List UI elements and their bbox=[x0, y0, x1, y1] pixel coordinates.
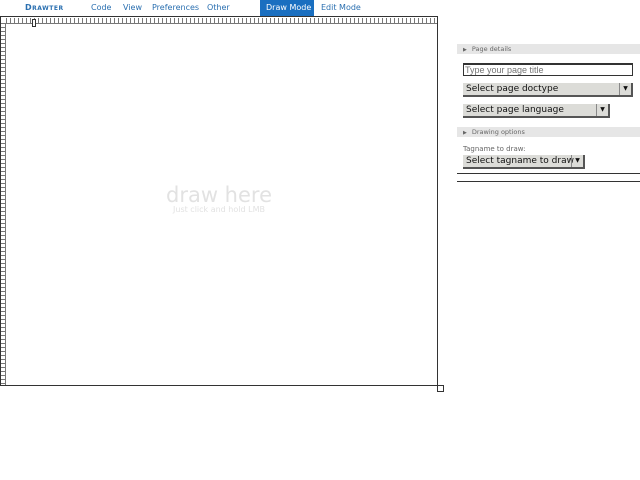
draw-mode-button[interactable]: Draw Mode bbox=[260, 0, 314, 16]
triangle-right-icon: ▶ bbox=[463, 130, 467, 136]
canvas-resize-handle[interactable] bbox=[437, 385, 444, 392]
divider bbox=[457, 173, 640, 174]
section-label: Drawing options bbox=[471, 128, 525, 136]
section-label: Page details bbox=[471, 45, 512, 53]
tagname-value: Select tagname to draw bbox=[466, 156, 574, 166]
brand-logo[interactable]: Drawter bbox=[20, 0, 69, 16]
page-title-input[interactable] bbox=[463, 63, 633, 76]
divider bbox=[457, 181, 640, 182]
drawing-options-header[interactable]: ▶ Drawing options bbox=[457, 127, 640, 137]
menu-other[interactable]: Other bbox=[202, 0, 235, 16]
page-details-header[interactable]: ▶ Page details bbox=[457, 44, 640, 54]
doctype-value: Select page doctype bbox=[466, 84, 559, 94]
doctype-select[interactable]: Select page doctype ▼ bbox=[463, 83, 633, 97]
ruler-marker[interactable] bbox=[32, 19, 36, 27]
horizontal-ruler bbox=[6, 18, 437, 24]
hint-title: draw here bbox=[165, 183, 272, 207]
tagname-label: Tagname to draw: bbox=[463, 145, 526, 153]
chevron-down-icon: ▼ bbox=[596, 104, 608, 116]
canvas-hint: draw here Just click and hold LMB bbox=[0, 183, 438, 214]
chevron-down-icon: ▼ bbox=[571, 155, 583, 167]
menu-view[interactable]: View bbox=[118, 0, 147, 16]
language-select[interactable]: Select page language ▼ bbox=[463, 104, 610, 118]
menu-code[interactable]: Code bbox=[86, 0, 116, 16]
sidebar: ▶ Page details Select page doctype ▼ Selec… bbox=[457, 44, 640, 182]
menu-preferences[interactable]: Preferences bbox=[147, 0, 204, 16]
triangle-right-icon: ▶ bbox=[463, 47, 467, 53]
hint-subtitle: Just click and hold LMB bbox=[173, 205, 265, 214]
menu-bar: Drawter Code View Preferences Other Draw… bbox=[0, 0, 640, 16]
chevron-down-icon: ▼ bbox=[619, 83, 631, 95]
tagname-select[interactable]: Select tagname to draw ▼ bbox=[463, 155, 585, 169]
language-value: Select page language bbox=[466, 105, 564, 115]
edit-mode-button[interactable]: Edit Mode bbox=[316, 0, 366, 16]
